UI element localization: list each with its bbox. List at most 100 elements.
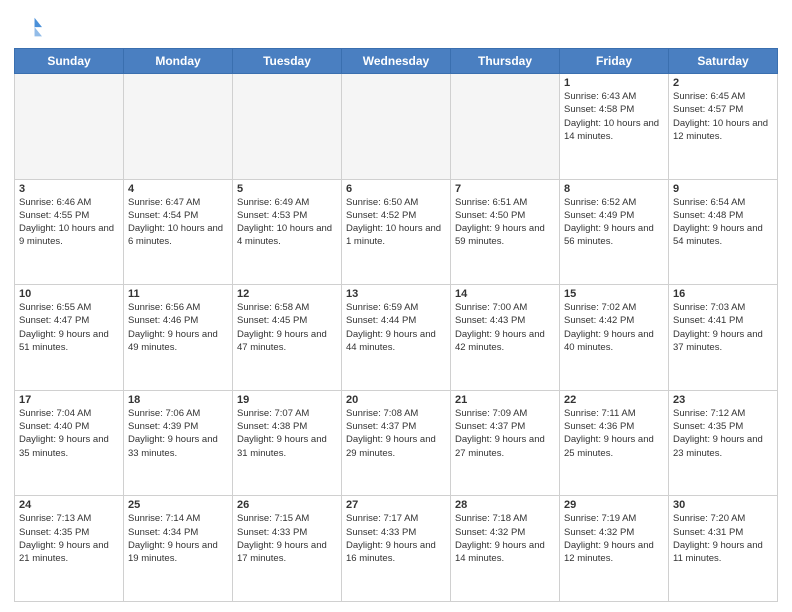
weekday-header: Thursday xyxy=(451,49,560,74)
weekday-header: Saturday xyxy=(669,49,778,74)
day-number: 12 xyxy=(237,288,337,300)
calendar-cell: 26Sunrise: 7:15 AM Sunset: 4:33 PM Dayli… xyxy=(233,496,342,602)
day-number: 25 xyxy=(128,499,228,511)
day-number: 28 xyxy=(455,499,555,511)
calendar-cell: 14Sunrise: 7:00 AM Sunset: 4:43 PM Dayli… xyxy=(451,285,560,391)
calendar-cell: 30Sunrise: 7:20 AM Sunset: 4:31 PM Dayli… xyxy=(669,496,778,602)
calendar-table: SundayMondayTuesdayWednesdayThursdayFrid… xyxy=(14,48,778,602)
day-number: 26 xyxy=(237,499,337,511)
calendar-cell: 2Sunrise: 6:45 AM Sunset: 4:57 PM Daylig… xyxy=(669,74,778,180)
day-number: 9 xyxy=(673,183,773,195)
calendar-cell xyxy=(233,74,342,180)
day-info: Sunrise: 7:08 AM Sunset: 4:37 PM Dayligh… xyxy=(346,407,446,460)
day-number: 30 xyxy=(673,499,773,511)
day-info: Sunrise: 6:49 AM Sunset: 4:53 PM Dayligh… xyxy=(237,196,337,249)
calendar-cell: 7Sunrise: 6:51 AM Sunset: 4:50 PM Daylig… xyxy=(451,179,560,285)
page: SundayMondayTuesdayWednesdayThursdayFrid… xyxy=(0,0,792,612)
weekday-header: Friday xyxy=(560,49,669,74)
day-number: 21 xyxy=(455,394,555,406)
calendar-cell: 15Sunrise: 7:02 AM Sunset: 4:42 PM Dayli… xyxy=(560,285,669,391)
calendar-week: 17Sunrise: 7:04 AM Sunset: 4:40 PM Dayli… xyxy=(15,390,778,496)
day-number: 2 xyxy=(673,77,773,89)
day-number: 18 xyxy=(128,394,228,406)
day-info: Sunrise: 7:00 AM Sunset: 4:43 PM Dayligh… xyxy=(455,301,555,354)
day-number: 7 xyxy=(455,183,555,195)
weekday-header: Sunday xyxy=(15,49,124,74)
day-info: Sunrise: 6:46 AM Sunset: 4:55 PM Dayligh… xyxy=(19,196,119,249)
day-info: Sunrise: 7:02 AM Sunset: 4:42 PM Dayligh… xyxy=(564,301,664,354)
day-number: 22 xyxy=(564,394,664,406)
calendar-cell xyxy=(451,74,560,180)
day-info: Sunrise: 6:56 AM Sunset: 4:46 PM Dayligh… xyxy=(128,301,228,354)
calendar-cell: 4Sunrise: 6:47 AM Sunset: 4:54 PM Daylig… xyxy=(124,179,233,285)
weekday-row: SundayMondayTuesdayWednesdayThursdayFrid… xyxy=(15,49,778,74)
day-number: 11 xyxy=(128,288,228,300)
calendar-cell: 22Sunrise: 7:11 AM Sunset: 4:36 PM Dayli… xyxy=(560,390,669,496)
weekday-header: Monday xyxy=(124,49,233,74)
day-info: Sunrise: 6:43 AM Sunset: 4:58 PM Dayligh… xyxy=(564,90,664,143)
calendar-cell: 3Sunrise: 6:46 AM Sunset: 4:55 PM Daylig… xyxy=(15,179,124,285)
day-number: 27 xyxy=(346,499,446,511)
calendar-header: SundayMondayTuesdayWednesdayThursdayFrid… xyxy=(15,49,778,74)
logo-icon xyxy=(14,14,42,42)
header xyxy=(14,10,778,42)
weekday-header: Tuesday xyxy=(233,49,342,74)
calendar-cell: 12Sunrise: 6:58 AM Sunset: 4:45 PM Dayli… xyxy=(233,285,342,391)
day-number: 20 xyxy=(346,394,446,406)
day-number: 19 xyxy=(237,394,337,406)
calendar-cell: 11Sunrise: 6:56 AM Sunset: 4:46 PM Dayli… xyxy=(124,285,233,391)
day-number: 15 xyxy=(564,288,664,300)
calendar-body: 1Sunrise: 6:43 AM Sunset: 4:58 PM Daylig… xyxy=(15,74,778,602)
day-info: Sunrise: 7:13 AM Sunset: 4:35 PM Dayligh… xyxy=(19,512,119,565)
day-info: Sunrise: 6:47 AM Sunset: 4:54 PM Dayligh… xyxy=(128,196,228,249)
day-info: Sunrise: 7:14 AM Sunset: 4:34 PM Dayligh… xyxy=(128,512,228,565)
calendar-cell: 19Sunrise: 7:07 AM Sunset: 4:38 PM Dayli… xyxy=(233,390,342,496)
day-info: Sunrise: 7:07 AM Sunset: 4:38 PM Dayligh… xyxy=(237,407,337,460)
calendar-cell: 21Sunrise: 7:09 AM Sunset: 4:37 PM Dayli… xyxy=(451,390,560,496)
day-info: Sunrise: 7:15 AM Sunset: 4:33 PM Dayligh… xyxy=(237,512,337,565)
calendar-cell: 6Sunrise: 6:50 AM Sunset: 4:52 PM Daylig… xyxy=(342,179,451,285)
day-info: Sunrise: 7:19 AM Sunset: 4:32 PM Dayligh… xyxy=(564,512,664,565)
calendar-cell: 28Sunrise: 7:18 AM Sunset: 4:32 PM Dayli… xyxy=(451,496,560,602)
calendar-cell: 23Sunrise: 7:12 AM Sunset: 4:35 PM Dayli… xyxy=(669,390,778,496)
day-number: 4 xyxy=(128,183,228,195)
day-number: 14 xyxy=(455,288,555,300)
calendar-cell: 5Sunrise: 6:49 AM Sunset: 4:53 PM Daylig… xyxy=(233,179,342,285)
calendar-cell: 25Sunrise: 7:14 AM Sunset: 4:34 PM Dayli… xyxy=(124,496,233,602)
day-info: Sunrise: 7:11 AM Sunset: 4:36 PM Dayligh… xyxy=(564,407,664,460)
calendar-cell: 10Sunrise: 6:55 AM Sunset: 4:47 PM Dayli… xyxy=(15,285,124,391)
day-info: Sunrise: 6:45 AM Sunset: 4:57 PM Dayligh… xyxy=(673,90,773,143)
calendar-cell: 27Sunrise: 7:17 AM Sunset: 4:33 PM Dayli… xyxy=(342,496,451,602)
day-info: Sunrise: 6:54 AM Sunset: 4:48 PM Dayligh… xyxy=(673,196,773,249)
day-info: Sunrise: 6:52 AM Sunset: 4:49 PM Dayligh… xyxy=(564,196,664,249)
day-number: 8 xyxy=(564,183,664,195)
calendar-cell xyxy=(124,74,233,180)
day-number: 17 xyxy=(19,394,119,406)
logo xyxy=(14,14,46,42)
day-info: Sunrise: 6:55 AM Sunset: 4:47 PM Dayligh… xyxy=(19,301,119,354)
calendar-cell: 20Sunrise: 7:08 AM Sunset: 4:37 PM Dayli… xyxy=(342,390,451,496)
calendar-cell: 24Sunrise: 7:13 AM Sunset: 4:35 PM Dayli… xyxy=(15,496,124,602)
calendar-cell: 16Sunrise: 7:03 AM Sunset: 4:41 PM Dayli… xyxy=(669,285,778,391)
day-number: 23 xyxy=(673,394,773,406)
day-number: 24 xyxy=(19,499,119,511)
calendar-cell: 18Sunrise: 7:06 AM Sunset: 4:39 PM Dayli… xyxy=(124,390,233,496)
calendar-cell: 9Sunrise: 6:54 AM Sunset: 4:48 PM Daylig… xyxy=(669,179,778,285)
day-number: 16 xyxy=(673,288,773,300)
calendar-cell: 29Sunrise: 7:19 AM Sunset: 4:32 PM Dayli… xyxy=(560,496,669,602)
calendar-week: 24Sunrise: 7:13 AM Sunset: 4:35 PM Dayli… xyxy=(15,496,778,602)
day-info: Sunrise: 6:58 AM Sunset: 4:45 PM Dayligh… xyxy=(237,301,337,354)
calendar-cell xyxy=(342,74,451,180)
weekday-header: Wednesday xyxy=(342,49,451,74)
day-info: Sunrise: 7:04 AM Sunset: 4:40 PM Dayligh… xyxy=(19,407,119,460)
day-info: Sunrise: 7:03 AM Sunset: 4:41 PM Dayligh… xyxy=(673,301,773,354)
calendar-week: 1Sunrise: 6:43 AM Sunset: 4:58 PM Daylig… xyxy=(15,74,778,180)
day-number: 10 xyxy=(19,288,119,300)
calendar-cell: 1Sunrise: 6:43 AM Sunset: 4:58 PM Daylig… xyxy=(560,74,669,180)
day-info: Sunrise: 6:50 AM Sunset: 4:52 PM Dayligh… xyxy=(346,196,446,249)
day-info: Sunrise: 7:18 AM Sunset: 4:32 PM Dayligh… xyxy=(455,512,555,565)
calendar-cell: 13Sunrise: 6:59 AM Sunset: 4:44 PM Dayli… xyxy=(342,285,451,391)
day-number: 1 xyxy=(564,77,664,89)
day-info: Sunrise: 7:20 AM Sunset: 4:31 PM Dayligh… xyxy=(673,512,773,565)
calendar-cell: 17Sunrise: 7:04 AM Sunset: 4:40 PM Dayli… xyxy=(15,390,124,496)
